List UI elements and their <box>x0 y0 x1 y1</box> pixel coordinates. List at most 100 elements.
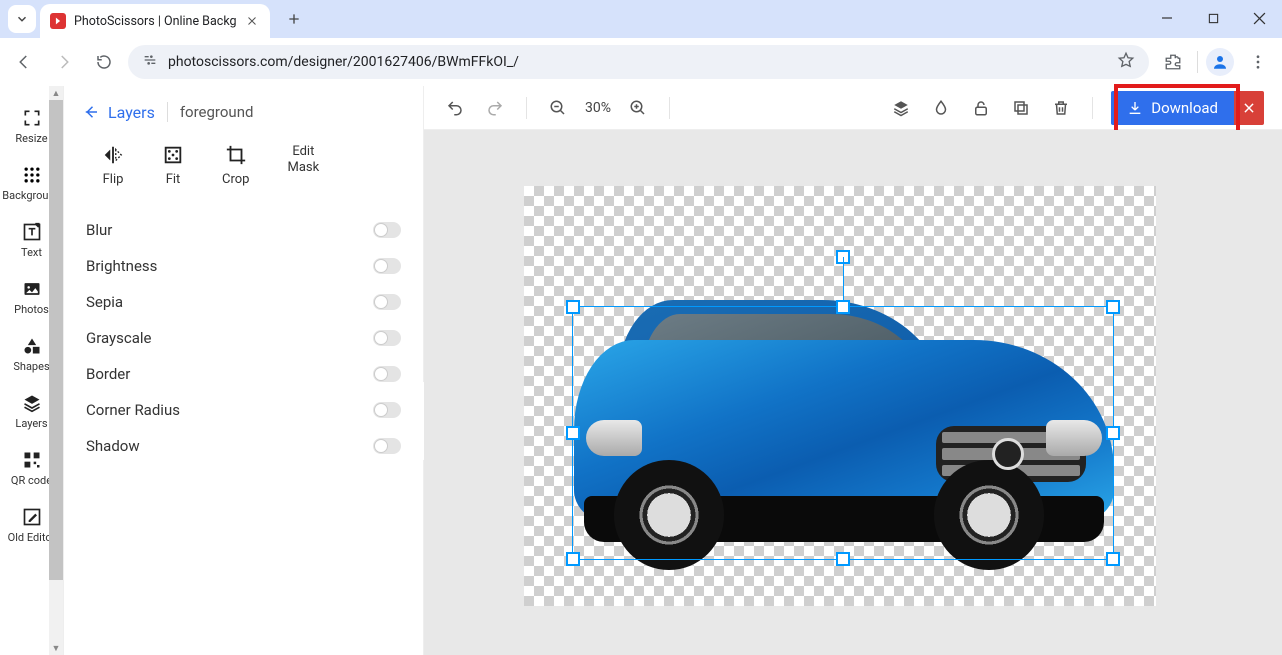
url-text: photoscissors.com/designer/2001627406/BW… <box>168 54 519 70</box>
toggle-border[interactable] <box>373 366 401 382</box>
site-settings-icon[interactable] <box>142 52 158 72</box>
selection-handle-se[interactable] <box>1108 554 1118 564</box>
rotation-line <box>843 257 844 302</box>
nav-reload-button[interactable] <box>88 46 120 78</box>
edit-icon <box>22 507 42 527</box>
crop-icon <box>225 144 247 166</box>
back-to-layers-button[interactable]: Layers <box>82 103 155 122</box>
tab-close-button[interactable] <box>244 13 260 29</box>
droplet-icon <box>932 99 950 117</box>
close-icon <box>1253 12 1266 25</box>
qrcode-icon <box>22 450 42 470</box>
nav-forward-button <box>48 46 80 78</box>
tool-crop[interactable]: Crop <box>222 144 249 188</box>
selection-handle-w[interactable] <box>568 428 578 438</box>
rail-label: Photos <box>14 303 49 316</box>
separator <box>669 97 670 119</box>
tool-label: Fit <box>166 172 181 188</box>
selection-handle-s[interactable] <box>838 554 848 564</box>
rail-label: Text <box>21 246 42 259</box>
separator <box>1092 97 1093 119</box>
zoom-in-button[interactable] <box>625 95 651 121</box>
new-tab-button[interactable] <box>280 5 308 33</box>
zoom-level: 30% <box>585 100 611 116</box>
toggle-shadow[interactable] <box>373 438 401 454</box>
lock-button[interactable] <box>968 95 994 121</box>
window-close-button[interactable] <box>1236 0 1282 36</box>
shapes-icon <box>22 336 42 356</box>
canvas-area: 30% Download <box>424 86 1282 655</box>
maximize-icon <box>1208 13 1219 24</box>
download-icon <box>1127 100 1143 116</box>
tab-title: PhotoScissors | Online Backgro <box>74 14 236 29</box>
toggle-brightness[interactable] <box>373 258 401 274</box>
duplicate-button[interactable] <box>1008 95 1034 121</box>
rail-label: Shapes <box>13 360 49 373</box>
rail-label: Resize <box>15 132 47 145</box>
option-label: Grayscale <box>86 329 152 347</box>
download-button[interactable]: Download <box>1111 91 1234 125</box>
option-label: Blur <box>86 221 112 239</box>
window-minimize-button[interactable] <box>1144 0 1190 36</box>
current-layer-name: foreground <box>180 103 254 121</box>
window-maximize-button[interactable] <box>1190 0 1236 36</box>
left-rail: Resize Background Text Photos Shapes Lay… <box>0 86 64 655</box>
plus-icon <box>286 11 302 27</box>
color-drop-button[interactable] <box>928 95 954 121</box>
option-label: Sepia <box>86 293 123 311</box>
toggle-sepia[interactable] <box>373 294 401 310</box>
rail-label: QR code <box>11 474 52 487</box>
layers-icon <box>22 393 42 413</box>
zoom-out-icon <box>549 99 567 117</box>
scroll-down-arrow[interactable]: ▼ <box>49 641 63 655</box>
scroll-up-arrow[interactable]: ▲ <box>49 86 63 100</box>
tool-fit[interactable]: Fit <box>162 144 184 188</box>
undo-button[interactable] <box>442 95 468 121</box>
url-bar[interactable]: photoscissors.com/designer/2001627406/BW… <box>128 45 1149 79</box>
window-controls <box>1144 0 1282 36</box>
layers-button[interactable] <box>888 95 914 121</box>
tool-label: Crop <box>222 172 249 188</box>
toggle-grayscale[interactable] <box>373 330 401 346</box>
selection-handle-nw[interactable] <box>568 302 578 312</box>
toggle-corner-radius[interactable] <box>373 402 401 418</box>
selection-box[interactable] <box>572 306 1114 560</box>
zoom-in-icon <box>629 99 647 117</box>
canvas[interactable] <box>424 130 1282 655</box>
selection-handle-sw[interactable] <box>568 554 578 564</box>
option-shadow: Shadow <box>82 428 405 464</box>
selection-handle-n[interactable] <box>838 302 848 312</box>
rail-scrollbar[interactable]: ▲ ▼ <box>49 86 63 655</box>
options-list: Blur Brightness Sepia Grayscale Border C… <box>82 206 405 464</box>
scroll-thumb[interactable] <box>49 100 63 580</box>
redo-icon <box>486 99 504 117</box>
tool-label: Edit Mask <box>287 144 319 175</box>
tab-search-button[interactable] <box>8 5 36 33</box>
download-wrap: Download <box>1111 91 1264 125</box>
delete-button[interactable] <box>1048 95 1074 121</box>
option-grayscale: Grayscale <box>82 320 405 356</box>
nav-back-button[interactable] <box>8 46 40 78</box>
person-icon <box>1211 53 1229 71</box>
toggle-blur[interactable] <box>373 222 401 238</box>
bookmark-button[interactable] <box>1117 51 1135 73</box>
tool-flip[interactable]: Flip <box>102 144 124 188</box>
fit-icon <box>162 144 184 166</box>
address-bar-row: photoscissors.com/designer/2001627406/BW… <box>0 38 1282 86</box>
tool-edit-mask[interactable]: Edit Mask <box>287 144 319 175</box>
extensions-button[interactable] <box>1157 46 1189 78</box>
grid-icon <box>22 165 42 185</box>
selection-handle-ne[interactable] <box>1108 302 1118 312</box>
tool-label: Flip <box>103 172 124 188</box>
close-editor-button[interactable] <box>1234 91 1264 125</box>
divider <box>167 102 168 122</box>
redo-button[interactable] <box>482 95 508 121</box>
browser-menu-button[interactable] <box>1242 46 1274 78</box>
browser-tab[interactable]: PhotoScissors | Online Backgro <box>40 4 270 38</box>
zoom-out-button[interactable] <box>545 95 571 121</box>
rail-label: Layers <box>15 417 47 430</box>
option-label: Border <box>86 365 130 383</box>
option-label: Brightness <box>86 257 157 275</box>
selection-handle-e[interactable] <box>1108 428 1118 438</box>
profile-button[interactable] <box>1206 48 1234 76</box>
